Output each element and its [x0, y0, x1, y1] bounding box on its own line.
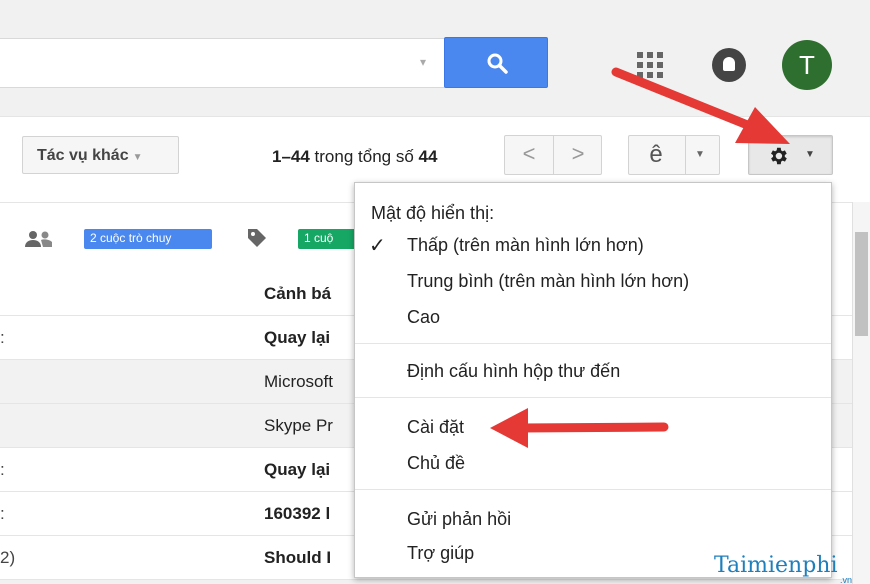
input-tools-divider	[685, 136, 686, 174]
social-people-icon	[25, 231, 52, 247]
row-left-text: :	[0, 460, 5, 479]
menu-divider	[355, 343, 831, 344]
row-left-text: :	[0, 328, 5, 347]
row-subject: Should I	[264, 548, 332, 567]
range-start-end: 1–44	[272, 147, 310, 166]
settings-menu: Mật độ hiển thị: ✓ Thấp (trên màn hình l…	[354, 182, 832, 578]
row-subject: Microsoft	[264, 372, 333, 391]
row-subject: Skype Pr	[264, 416, 333, 435]
menu-item-settings[interactable]: Cài đặt	[407, 417, 464, 438]
next-page-button[interactable]: >	[554, 136, 602, 174]
row-subject: Cảnh bá	[264, 284, 332, 303]
pagination-group: < >	[504, 135, 602, 175]
input-tools-dropdown[interactable]: ▼	[695, 149, 705, 160]
density-heading: Mật độ hiển thị:	[371, 203, 495, 223]
search-options-caret[interactable]: ▾	[420, 55, 426, 69]
gear-icon	[771, 147, 787, 165]
apps-grid-icon[interactable]	[637, 52, 665, 80]
range-total: 44	[418, 147, 438, 166]
search-input[interactable]: ▾	[0, 38, 445, 88]
notifications-icon[interactable]	[712, 48, 746, 82]
menu-item-density-high[interactable]: Cao	[407, 307, 440, 328]
chevron-down-icon: ▼	[132, 152, 143, 163]
menu-divider	[355, 397, 831, 398]
previous-page-button[interactable]: <	[505, 136, 553, 174]
range-separator: trong tổng số	[309, 147, 419, 166]
menu-item-themes[interactable]: Chủ đề	[407, 453, 465, 474]
watermark-suffix: .vn	[840, 575, 853, 584]
menu-item-density-medium[interactable]: Trung bình (trên màn hình lớn hơn)	[407, 271, 689, 292]
message-range: 1–44 trong tổng số 44	[272, 147, 437, 167]
tag-icon	[248, 229, 266, 247]
row-subject: Quay lại	[264, 460, 331, 479]
scrollbar-thumb[interactable]	[855, 232, 868, 336]
watermark-logo: Taimienphi	[714, 553, 838, 578]
search-button[interactable]	[444, 37, 548, 88]
menu-item-help[interactable]: Trợ giúp	[407, 543, 474, 564]
menu-item-send-feedback[interactable]: Gửi phản hồi	[407, 509, 511, 530]
avatar[interactable]: T	[782, 40, 832, 90]
input-tools-button[interactable]: ê	[629, 136, 683, 174]
row-left-text: 2)	[0, 548, 16, 567]
menu-item-density-low[interactable]: Thấp (trên màn hình lớn hơn)	[407, 235, 644, 256]
menu-divider	[355, 489, 831, 490]
top-bar: ▾ T	[0, 0, 870, 116]
row-subject: 160392 l	[264, 504, 331, 523]
more-actions-button[interactable]: Tác vụ khác ▼	[22, 136, 179, 174]
settings-button[interactable]: ▼	[748, 135, 833, 175]
menu-item-configure-inbox[interactable]: Định cấu hình hộp thư đến	[407, 361, 620, 382]
more-actions-label: Tác vụ khác	[37, 147, 129, 164]
social-tab-badge[interactable]: 2 cuộc trò chuy	[84, 229, 212, 249]
row-subject: Quay lại	[264, 328, 331, 347]
input-tools-group: ê ▼	[628, 135, 720, 175]
checkmark-icon: ✓	[369, 235, 386, 257]
chevron-down-icon: ▼	[805, 149, 815, 160]
search-icon	[487, 53, 508, 74]
row-left-text: :	[0, 504, 5, 523]
